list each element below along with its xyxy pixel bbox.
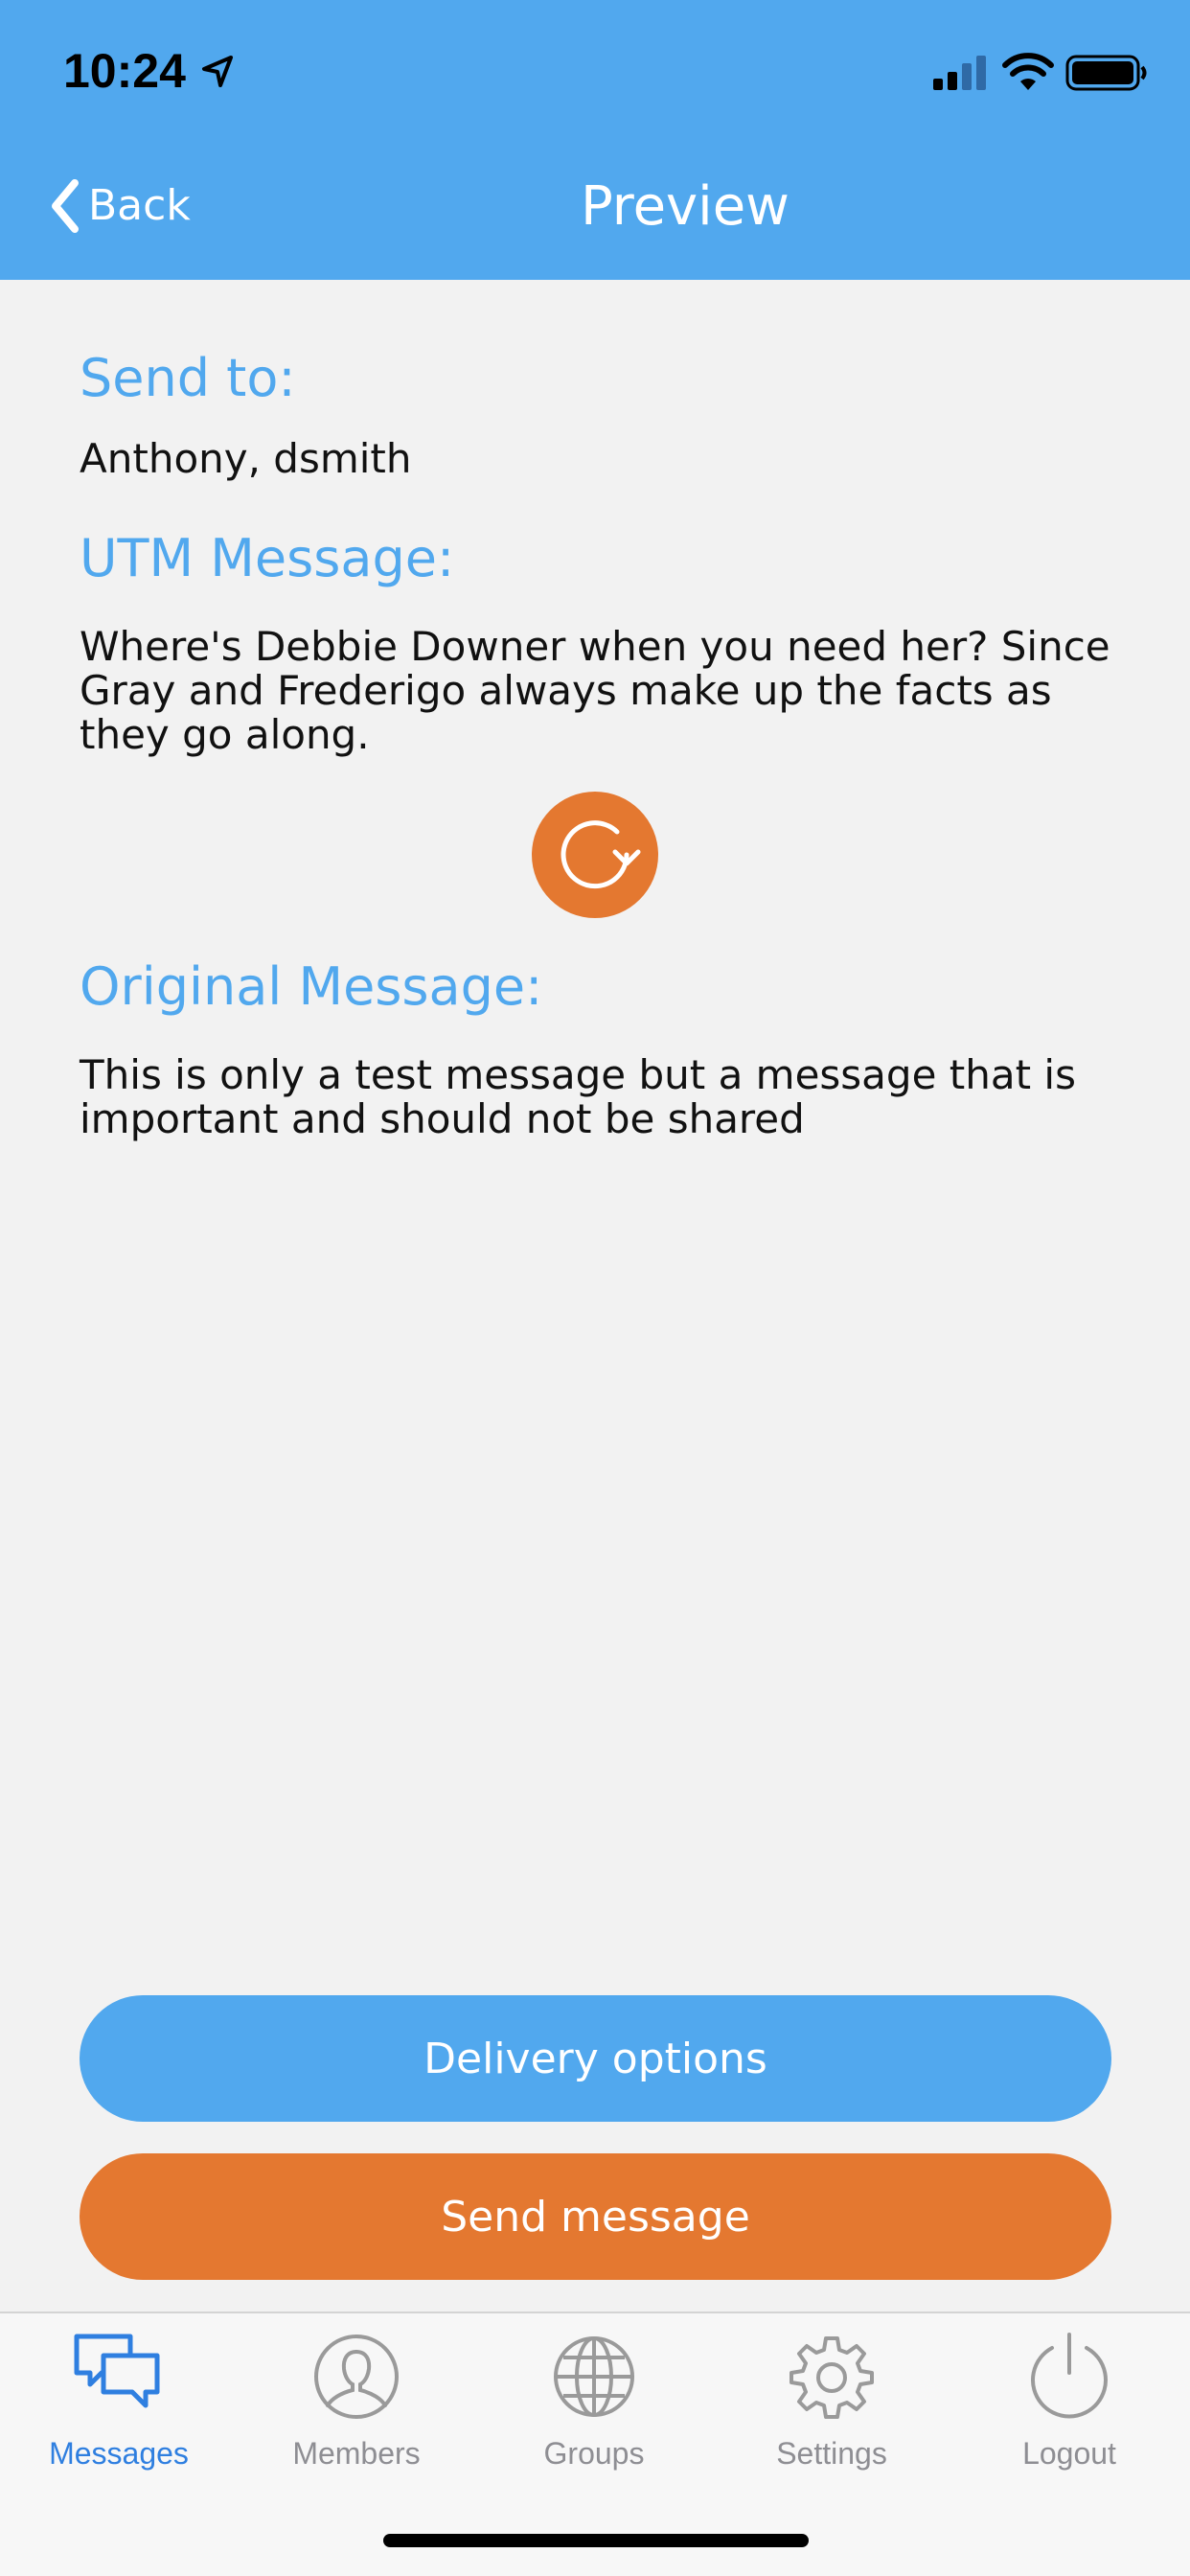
status-time: 10:24 <box>63 44 186 98</box>
tab-messages[interactable]: Messages <box>0 2331 238 2503</box>
gear-icon <box>790 2336 874 2419</box>
send-to-recipients: Anthony, dsmith <box>80 435 412 482</box>
regenerate-button[interactable] <box>532 792 658 918</box>
tab-label: Settings <box>776 2436 887 2471</box>
tab-label: Logout <box>1022 2436 1116 2471</box>
tab-label: Messages <box>49 2436 189 2471</box>
tab-label: Members <box>292 2436 421 2471</box>
refresh-icon <box>561 820 641 889</box>
send-message-button[interactable]: Send message <box>80 2153 1111 2280</box>
user-icon <box>314 2334 399 2419</box>
utm-message-heading: UTM Message: <box>80 528 455 588</box>
wifi-icon <box>1002 53 1054 90</box>
location-arrow-icon <box>202 56 233 87</box>
tab-settings[interactable]: Settings <box>713 2331 950 2503</box>
tab-members[interactable]: Members <box>238 2331 475 2503</box>
tab-groups[interactable]: Groups <box>475 2331 713 2503</box>
tab-logout[interactable]: Logout <box>950 2331 1188 2503</box>
home-indicator[interactable] <box>383 2534 809 2547</box>
page-title: Preview <box>581 175 790 238</box>
delivery-options-button[interactable]: Delivery options <box>80 1995 1111 2122</box>
original-message-text: This is only a test message but a messag… <box>80 1051 1076 1142</box>
utm-message-text: Where's Debbie Downer when you need her?… <box>80 623 1110 758</box>
cellular-signal-icon <box>933 56 986 90</box>
power-icon <box>1031 2333 1108 2419</box>
globe-icon <box>554 2336 634 2417</box>
tab-label: Groups <box>543 2436 645 2471</box>
chat-bubbles-icon <box>74 2334 160 2408</box>
battery-icon <box>1065 55 1147 91</box>
original-message-heading: Original Message: <box>80 956 543 1017</box>
send-to-heading: Send to: <box>80 348 296 408</box>
navigation-header: 10:24 Back Preview <box>0 0 1190 280</box>
